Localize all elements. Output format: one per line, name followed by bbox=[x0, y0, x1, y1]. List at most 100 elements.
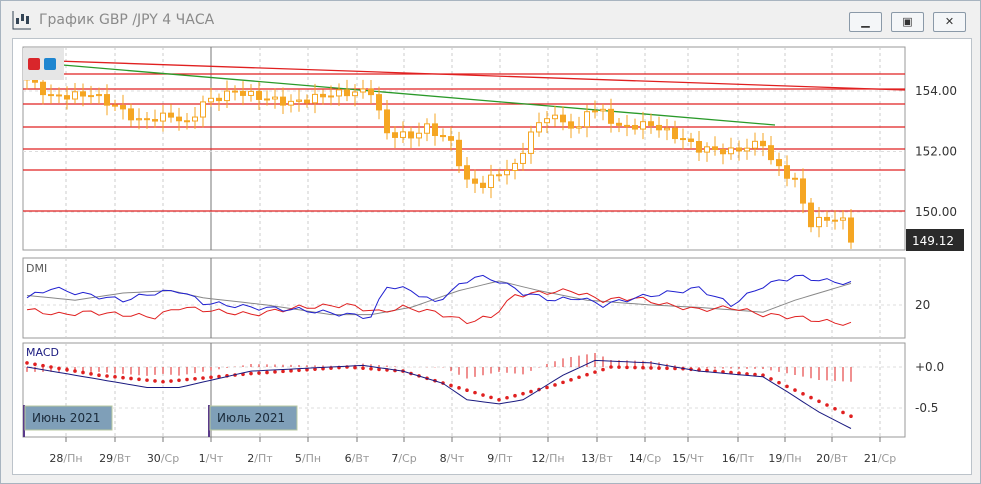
date-day: 6 bbox=[344, 452, 352, 465]
signal-dot bbox=[281, 369, 285, 374]
candle bbox=[368, 88, 374, 96]
dmi-level-label: 20 bbox=[915, 298, 930, 312]
red-color-button[interactable] bbox=[28, 58, 40, 70]
signal-dot bbox=[849, 414, 853, 419]
signal-dot bbox=[817, 399, 821, 404]
candle bbox=[560, 114, 566, 123]
date-day: 15 bbox=[672, 452, 687, 465]
signal-dot bbox=[65, 367, 69, 372]
candle bbox=[224, 90, 230, 102]
candle bbox=[152, 119, 158, 122]
signal-dot bbox=[153, 379, 157, 383]
candle bbox=[312, 93, 318, 104]
pane-frame bbox=[22, 257, 906, 339]
date-day: 12 bbox=[531, 452, 546, 465]
candle bbox=[280, 96, 286, 106]
signal-dot bbox=[177, 378, 181, 383]
candle bbox=[232, 90, 238, 93]
candle bbox=[320, 93, 326, 98]
signal-dot bbox=[41, 363, 45, 368]
candle bbox=[528, 131, 534, 154]
signal-dot bbox=[497, 398, 501, 402]
signal-dot bbox=[553, 383, 557, 387]
candle bbox=[448, 136, 454, 141]
date-day: 28 bbox=[49, 452, 64, 465]
candle bbox=[344, 89, 350, 97]
date-day: 30 bbox=[146, 452, 161, 465]
candle bbox=[744, 147, 750, 152]
candle bbox=[544, 118, 550, 124]
candle bbox=[552, 114, 558, 120]
signal-dot bbox=[137, 377, 141, 382]
signal-dot bbox=[625, 365, 629, 370]
x-axis-date-label: 9/Пт bbox=[487, 452, 512, 465]
signal-dot bbox=[481, 393, 485, 397]
candle bbox=[696, 140, 702, 153]
signal-dot bbox=[777, 380, 781, 385]
candle bbox=[600, 108, 606, 112]
candle bbox=[48, 94, 54, 97]
candle bbox=[456, 139, 462, 167]
date-day: 14 bbox=[628, 452, 643, 465]
candle bbox=[568, 121, 574, 129]
signal-dot bbox=[593, 370, 597, 374]
candle bbox=[536, 122, 542, 133]
signal-dot bbox=[49, 365, 53, 369]
candle bbox=[336, 89, 342, 97]
candle bbox=[488, 174, 494, 188]
date-weekday: /Вт bbox=[351, 452, 370, 465]
signal-dot bbox=[81, 370, 85, 375]
signal-dot bbox=[505, 395, 509, 400]
chart-canvas[interactable]: 154.00 152.00 150.00 149.12 DMI 20 MACD +0.0 -0.… bbox=[0, 0, 981, 484]
signal-dot bbox=[809, 395, 813, 400]
candle bbox=[352, 91, 358, 97]
signal-dot bbox=[361, 366, 365, 370]
candle bbox=[472, 178, 478, 184]
date-weekday: /Пн bbox=[301, 452, 322, 465]
blue-color-button[interactable] bbox=[44, 58, 56, 70]
signal-dot bbox=[169, 379, 173, 383]
candle bbox=[440, 135, 446, 138]
signal-dot bbox=[833, 406, 837, 411]
candle bbox=[112, 104, 118, 107]
signal-dot bbox=[473, 390, 477, 395]
candle bbox=[248, 90, 254, 96]
x-axis-date-label: 13/Вт bbox=[581, 452, 613, 465]
adx-line bbox=[26, 280, 852, 316]
candle bbox=[824, 216, 830, 221]
candle bbox=[576, 126, 582, 129]
signal-dot bbox=[649, 366, 653, 370]
date-weekday: /Чт bbox=[686, 452, 704, 465]
candle bbox=[144, 118, 150, 121]
date-day: 13 bbox=[581, 452, 596, 465]
candle bbox=[712, 146, 718, 151]
signal-dot bbox=[825, 403, 829, 407]
candle bbox=[408, 131, 414, 139]
candle bbox=[64, 95, 70, 100]
date-day: 19 bbox=[768, 452, 783, 465]
signal-dot bbox=[73, 369, 77, 373]
date-day: 9 bbox=[487, 452, 495, 465]
signal-dot bbox=[641, 365, 645, 370]
candle bbox=[40, 81, 46, 96]
signal-dot bbox=[121, 375, 125, 380]
x-axis-date-label: 28/Пн bbox=[49, 452, 82, 465]
date-weekday: /Пт bbox=[254, 452, 273, 465]
candle bbox=[592, 110, 598, 113]
candle bbox=[688, 138, 694, 142]
date-weekday: /Пн bbox=[63, 452, 83, 465]
candle bbox=[296, 99, 302, 102]
x-axis-date-label: 5/Пн bbox=[295, 452, 321, 465]
x-axis-date-label: 12/Пн bbox=[531, 452, 564, 465]
signal-dot bbox=[521, 391, 525, 396]
signal-dot bbox=[185, 377, 189, 382]
candle bbox=[96, 94, 102, 97]
signal-dot bbox=[633, 365, 637, 370]
candle bbox=[584, 111, 590, 128]
signal-dot bbox=[97, 373, 101, 378]
candle bbox=[464, 165, 470, 180]
candle bbox=[832, 219, 838, 222]
dmi-label: DMI bbox=[26, 262, 47, 275]
minus-di-line bbox=[26, 288, 852, 326]
signal-dot bbox=[193, 376, 197, 381]
